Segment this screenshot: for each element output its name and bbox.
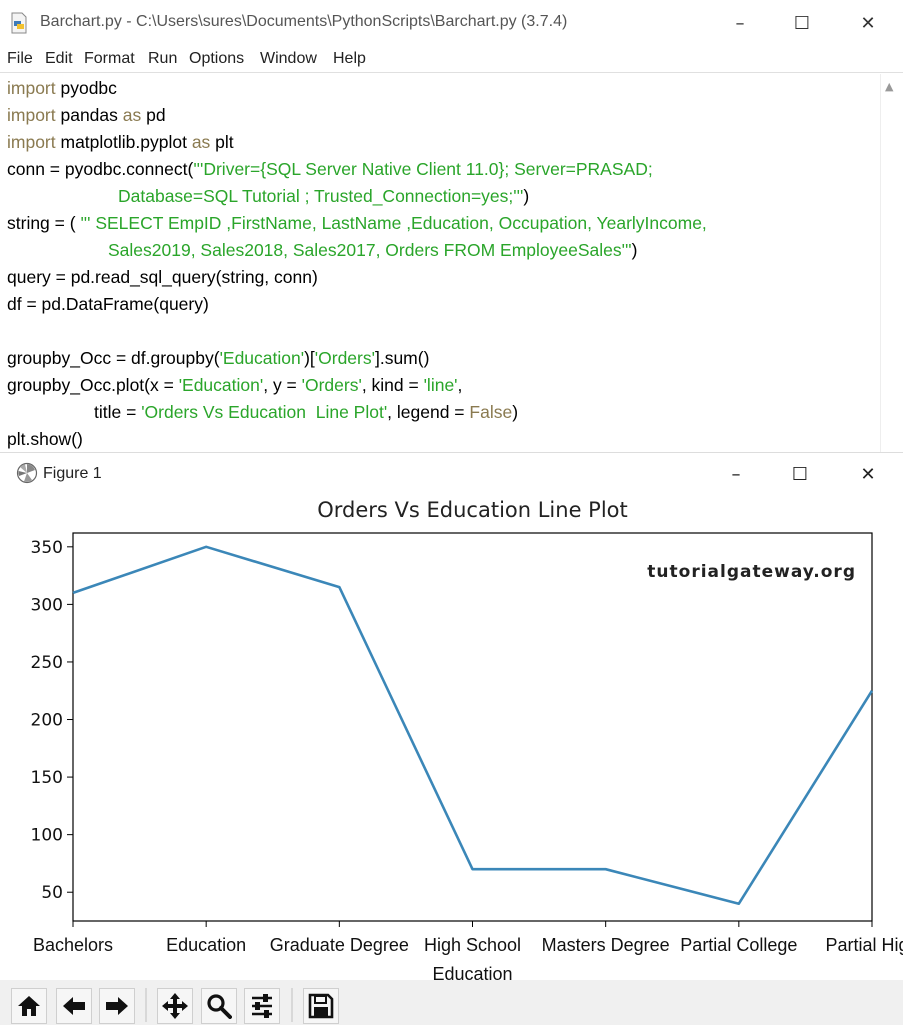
y-tick-label: 50: [41, 883, 63, 903]
plot-frame: [73, 533, 872, 921]
y-tick-label: 100: [31, 826, 63, 846]
back-button[interactable]: [56, 988, 92, 1024]
code-line: Database=SQL Tutorial ; Trusted_Connecti…: [118, 186, 529, 207]
menu-help[interactable]: Help: [333, 50, 366, 68]
maximize-icon: ☐: [794, 13, 810, 34]
series-line-orders: [73, 547, 872, 904]
close-icon: ✕: [860, 13, 875, 34]
matplotlib-icon: [16, 462, 38, 484]
home-button[interactable]: [11, 988, 47, 1024]
pan-icon: [161, 992, 189, 1020]
configure-subplots-icon: [249, 993, 275, 1019]
x-tick-label: High School: [424, 935, 521, 955]
x-tick-label: Partial High: [825, 935, 903, 955]
code-editor[interactable]: import pyodbc import pandas as pd import…: [0, 74, 880, 452]
editor-title: Barchart.py - C:\Users\sures\Documents\P…: [40, 13, 567, 31]
back-arrow-icon: [61, 995, 87, 1017]
x-axis-label: Education: [432, 964, 512, 980]
menu-edit[interactable]: Edit: [45, 50, 73, 68]
figure-title: Figure 1: [43, 465, 102, 483]
editor-titlebar: Barchart.py - C:\Users\sures\Documents\P…: [0, 0, 903, 46]
y-tick-label: 350: [31, 538, 63, 558]
figure-window: Figure 1 – ☐ ✕ Orders Vs Education Line …: [0, 452, 903, 1025]
x-tick-label: Masters Degree: [542, 935, 670, 955]
figure-maximize-button[interactable]: ☐: [780, 459, 820, 489]
line-chart: Orders Vs Education Line Plot 50 100 150 200…: [0, 495, 903, 980]
code-line: plt.show(): [7, 429, 83, 450]
vertical-scrollbar[interactable]: ▲: [880, 74, 903, 452]
code-line: df = pd.DataFrame(query): [7, 294, 209, 315]
minimize-button[interactable]: –: [720, 8, 760, 38]
code-line: string = ( ''' SELECT EmpID ,FirstName, …: [7, 213, 707, 234]
x-tick-label: Education: [166, 935, 246, 955]
forward-arrow-icon: [104, 995, 130, 1017]
configure-subplots-button[interactable]: [244, 988, 280, 1024]
code-line: import matplotlib.pyplot as plt: [7, 132, 234, 153]
minimize-icon: –: [736, 13, 745, 34]
menu-options[interactable]: Options: [189, 50, 244, 68]
watermark-text: tutorialgateway.org: [647, 562, 856, 582]
code-line: groupby_Occ = df.groupby('Education')['O…: [7, 348, 429, 369]
menu-window[interactable]: Window: [260, 50, 317, 68]
figure-titlebar: Figure 1 – ☐ ✕: [0, 453, 903, 495]
code-line: groupby_Occ.plot(x = 'Education', y = 'O…: [7, 375, 462, 396]
code-line: import pandas as pd: [7, 105, 166, 126]
pan-button[interactable]: [157, 988, 193, 1024]
save-button[interactable]: [303, 988, 339, 1024]
code-line: title = 'Orders Vs Education Line Plot',…: [94, 402, 518, 423]
x-tick-label: Graduate Degree: [270, 935, 409, 955]
menu-file[interactable]: File: [7, 50, 33, 68]
y-tick-label: 250: [31, 653, 63, 673]
x-tick-label: Partial College: [680, 935, 797, 955]
editor-window: Barchart.py - C:\Users\sures\Documents\P…: [0, 0, 903, 452]
zoom-button[interactable]: [201, 988, 237, 1024]
figure-minimize-button[interactable]: –: [716, 459, 756, 489]
close-button[interactable]: ✕: [848, 8, 888, 38]
y-tick-label: 150: [31, 768, 63, 788]
figure-toolbar: [0, 980, 903, 1025]
code-line: conn = pyodbc.connect('''Driver={SQL Ser…: [7, 159, 653, 180]
chart-title: Orders Vs Education Line Plot: [317, 498, 628, 522]
maximize-icon: ☐: [792, 464, 808, 485]
code-line: query = pd.read_sql_query(string, conn): [7, 267, 318, 288]
maximize-button[interactable]: ☐: [782, 8, 822, 38]
y-tick-label: 300: [31, 595, 63, 615]
y-tick-label: 200: [31, 711, 63, 731]
x-tick-label: Bachelors: [33, 935, 113, 955]
code-line: import pyodbc: [7, 78, 117, 99]
menu-bar: File Edit Format Run Options Window Help: [0, 46, 903, 73]
code-line: Sales2019, Sales2018, Sales2017, Orders …: [108, 240, 637, 261]
menu-run[interactable]: Run: [148, 50, 177, 68]
home-icon: [16, 994, 42, 1018]
python-file-icon: [10, 12, 28, 34]
close-icon: ✕: [860, 464, 875, 485]
zoom-icon: [206, 993, 232, 1019]
scroll-up-icon[interactable]: ▲: [885, 80, 893, 93]
forward-button[interactable]: [99, 988, 135, 1024]
toolbar-separator: [291, 988, 293, 1022]
save-icon: [308, 993, 334, 1019]
menu-format[interactable]: Format: [84, 50, 135, 68]
figure-close-button[interactable]: ✕: [848, 459, 888, 489]
toolbar-separator: [145, 988, 147, 1022]
minimize-icon: –: [732, 464, 741, 485]
